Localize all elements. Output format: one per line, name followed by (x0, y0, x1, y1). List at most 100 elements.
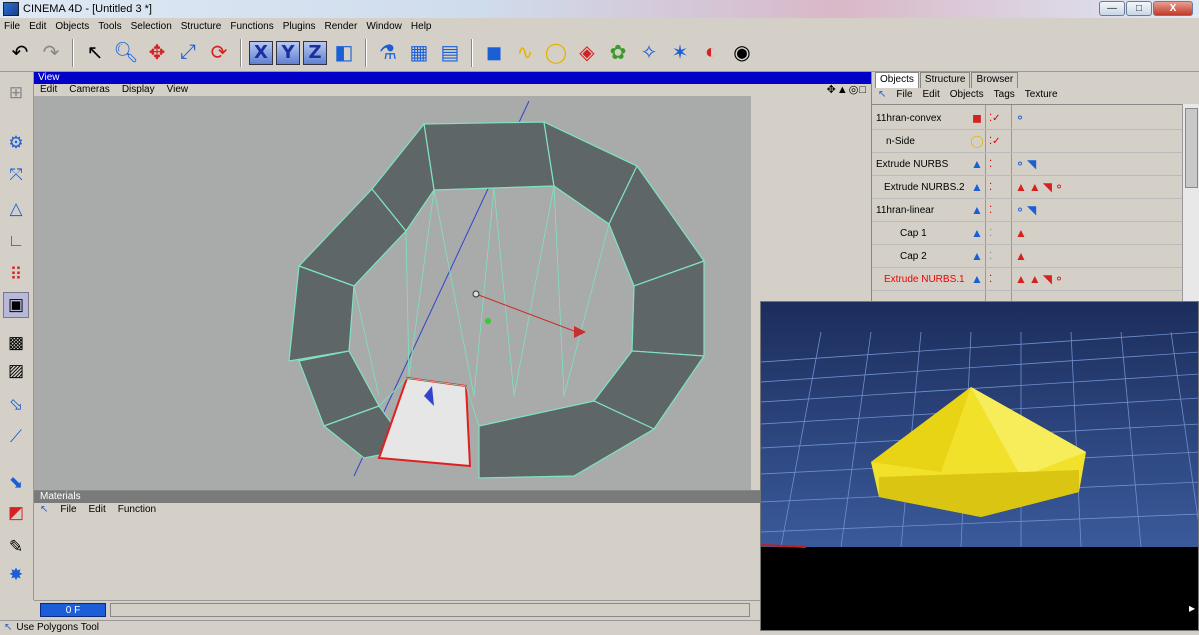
viewport-menu-edit[interactable]: Edit (40, 84, 57, 96)
visibility-flags[interactable]: ⁚ (989, 182, 1009, 193)
edges-mode-icon[interactable]: ∟ (3, 228, 29, 254)
menu-functions[interactable]: Functions (230, 21, 273, 32)
brush-icon[interactable]: ✎ (3, 534, 29, 560)
magnify-icon[interactable]: 🔍︎ (112, 39, 140, 67)
tag-icons[interactable]: ▲ (1015, 249, 1029, 263)
list-item[interactable]: 11hran-linear ▲ ⁚ ⚬◥ (872, 199, 1182, 222)
tag-icons[interactable]: ▲ (1015, 226, 1029, 240)
rotate-icon[interactable]: ⟳ (205, 39, 233, 67)
current-frame-field[interactable]: 0 F (40, 603, 106, 617)
camera-icon[interactable]: ✶ (666, 39, 694, 67)
viewport-menu-display[interactable]: Display (122, 84, 155, 96)
checker-icon[interactable]: ▩ (3, 330, 29, 356)
om-menu-objects[interactable]: Objects (950, 88, 984, 102)
om-menu-texture[interactable]: Texture (1025, 88, 1058, 102)
visibility-flags[interactable]: ⁚ (989, 251, 1009, 262)
list-item[interactable]: Extrude NURBS.2 ▲ ⁚ ▲▲◥⚬ (872, 176, 1182, 199)
mat-menu-edit[interactable]: Edit (89, 503, 106, 517)
status-text: Use Polygons Tool (16, 622, 100, 633)
object-mode-icon[interactable]: ⚙ (3, 130, 29, 156)
visibility-flags[interactable]: ⁚✓ (989, 113, 1009, 124)
y-axis-icon[interactable]: Y (276, 40, 300, 65)
menu-edit[interactable]: Edit (29, 21, 46, 32)
list-item[interactable]: n-Side ◯ ⁚✓ (872, 130, 1182, 153)
environment-icon[interactable]: ◉ (728, 39, 756, 67)
menu-selection[interactable]: Selection (131, 21, 172, 32)
undo-icon[interactable]: ↶ (6, 39, 34, 67)
tab-structure[interactable]: Structure (919, 72, 971, 88)
render-settings-icon[interactable]: ▤ (436, 39, 464, 67)
animation-icon[interactable]: ⬂ (3, 392, 29, 418)
keyframe-icon[interactable]: ⟋ (3, 424, 29, 450)
move-icon[interactable]: ✥ (143, 39, 171, 67)
pointer-icon[interactable]: ↖ (878, 88, 886, 102)
tag-icons[interactable]: ▲▲◥⚬ (1015, 180, 1066, 194)
material-icon[interactable]: ◐ (697, 39, 725, 67)
nurbs-icon[interactable]: ◯ (542, 39, 570, 67)
scale-icon[interactable]: ⤢ (174, 39, 202, 67)
pointer-icon[interactable]: ↖ (40, 503, 48, 517)
snap-icon[interactable]: ✸ (3, 562, 29, 588)
menu-structure[interactable]: Structure (181, 21, 222, 32)
model-mode-icon[interactable]: ⊞ (3, 80, 29, 106)
timeline-slider[interactable] (110, 603, 750, 617)
uvw-icon[interactable]: ▨ (3, 358, 29, 384)
visibility-flags[interactable]: ⁚✓ (989, 136, 1009, 147)
render-picture-viewer-icon[interactable]: ▦ (405, 39, 433, 67)
axis-mode-icon[interactable]: ⤧ (3, 162, 29, 188)
viewport-menu-view[interactable]: View (167, 84, 189, 96)
magnet-icon[interactable]: ⬊ (3, 470, 29, 496)
phong-tag-icon[interactable]: ⚬ (1015, 111, 1027, 125)
tag-icons[interactable]: ▲▲◥⚬ (1015, 272, 1066, 286)
menu-plugins[interactable]: Plugins (283, 21, 316, 32)
menu-objects[interactable]: Objects (55, 21, 89, 32)
cube-primitive-icon[interactable]: ◼ (480, 39, 508, 67)
om-menu-edit[interactable]: Edit (923, 88, 940, 102)
visibility-flags[interactable]: ⁚ (989, 159, 1009, 170)
scrollbar-thumb[interactable] (1185, 108, 1198, 188)
scene-icon[interactable]: ✿ (604, 39, 632, 67)
menu-file[interactable]: File (4, 21, 20, 32)
redo-icon[interactable]: ↷ (37, 39, 65, 67)
list-item[interactable]: Cap 2 ▲ ⁚ ▲ (872, 245, 1182, 268)
points-mode-icon[interactable]: △ (3, 196, 29, 222)
render-view-icon[interactable]: ⚗ (374, 39, 402, 67)
viewport-canvas[interactable] (34, 96, 751, 490)
om-menu-file[interactable]: File (896, 88, 912, 102)
minimize-button[interactable]: — (1099, 1, 1125, 16)
z-axis-icon[interactable]: Z (303, 40, 327, 65)
visibility-flags[interactable]: ⁚ (989, 274, 1009, 285)
visibility-flags[interactable]: ⁚ (989, 205, 1009, 216)
tab-objects[interactable]: Objects (875, 72, 919, 88)
viewport-menu-cameras[interactable]: Cameras (69, 84, 110, 96)
viewport-nav-icons[interactable]: ✥▲◎□ (827, 84, 867, 96)
list-item[interactable]: Cap 1 ▲ ⁚ ▲ (872, 222, 1182, 245)
select-arrow-icon[interactable]: ↖ (81, 39, 109, 67)
visibility-flags[interactable]: ⁚ (989, 228, 1009, 239)
tab-browser[interactable]: Browser (971, 72, 1019, 88)
paint-icon[interactable]: ◩ (3, 500, 29, 526)
light-icon[interactable]: ✧ (635, 39, 663, 67)
menu-help[interactable]: Help (411, 21, 432, 32)
tag-icons[interactable]: ⚬◥ (1015, 203, 1038, 217)
close-button[interactable]: X (1153, 1, 1193, 16)
menu-render[interactable]: Render (325, 21, 358, 32)
texture-mode-icon[interactable]: ▣ (3, 292, 29, 318)
list-item[interactable]: Extrude NURBS.1 ▲ ⁚ ▲▲◥⚬ (872, 268, 1182, 291)
list-item[interactable]: 11hran-convex ◼ ⁚✓ ⚬ (872, 107, 1182, 130)
maximize-button[interactable]: □ (1126, 1, 1152, 16)
mat-menu-file[interactable]: File (60, 503, 76, 517)
om-menu-tags[interactable]: Tags (994, 88, 1015, 102)
spline-icon[interactable]: ∿ (511, 39, 539, 67)
menu-tools[interactable]: Tools (98, 21, 121, 32)
mat-menu-function[interactable]: Function (118, 503, 156, 517)
materials-area[interactable] (34, 517, 760, 601)
x-axis-icon[interactable]: X (249, 40, 273, 65)
list-item[interactable]: Extrude NURBS ▲ ⁚ ⚬◥ (872, 153, 1182, 176)
polygons-mode-icon[interactable]: ⠿ (3, 262, 29, 288)
tag-icons[interactable]: ⚬◥ (1015, 157, 1038, 171)
menu-window[interactable]: Window (366, 21, 402, 32)
object-list-scrollbar[interactable] (1182, 104, 1199, 304)
deformer-icon[interactable]: ◈ (573, 39, 601, 67)
coordinate-system-icon[interactable]: ◧ (330, 39, 358, 67)
